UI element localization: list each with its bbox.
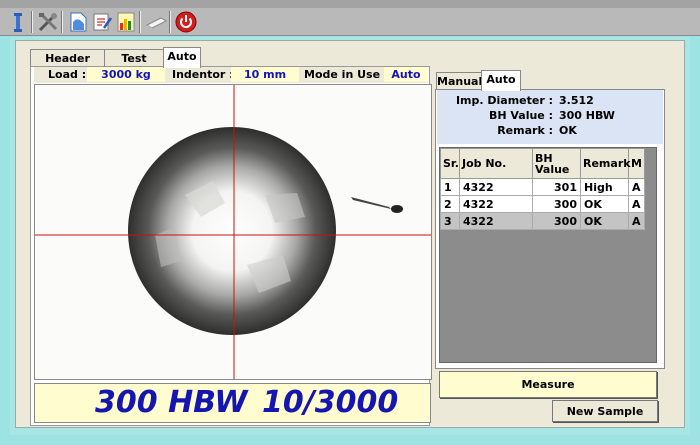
- mode-label: Mode in Use :: [304, 68, 389, 81]
- table-row-selected[interactable]: 3 4322 300 OK A: [440, 212, 645, 230]
- indentation-image[interactable]: [34, 84, 432, 380]
- table-row[interactable]: 2 4322 300 OK A: [440, 195, 645, 213]
- edit-document-icon[interactable]: [90, 10, 114, 34]
- cell-job-no: 4322: [459, 178, 533, 196]
- indentor-value: 10 mm: [231, 67, 299, 82]
- mode-value: Auto: [384, 67, 428, 82]
- cell-job-no: 4322: [459, 195, 533, 213]
- diameter-row: Imp. Diameter : 3.512: [437, 94, 663, 109]
- col-header-bh-value[interactable]: BH Value: [532, 148, 581, 179]
- indentor-label: Indentor :: [172, 68, 234, 81]
- tab-auto-measure[interactable]: Auto: [481, 70, 521, 91]
- tools-icon[interactable]: [36, 10, 60, 34]
- table-row[interactable]: 1 4322 301 High A: [440, 178, 645, 196]
- new-document-icon[interactable]: [66, 10, 90, 34]
- indentation-svg: [35, 85, 431, 379]
- test-info-bar: Load : 3000 kg Indentor : 10 mm Mode in …: [34, 67, 428, 83]
- cell-remark: OK: [580, 212, 629, 230]
- load-label: Load :: [48, 68, 87, 81]
- title-strip: [0, 0, 700, 8]
- bh-value: 300 HBW: [559, 109, 615, 122]
- measure-tool-icon[interactable]: [6, 10, 30, 34]
- toolbar-separator: [169, 11, 171, 33]
- cell-mode: A: [628, 195, 645, 213]
- tab-test-data[interactable]: Test Data: [104, 49, 164, 82]
- debris-spot: [391, 205, 403, 213]
- cell-bh-value: 300: [532, 212, 581, 230]
- report-chart-icon[interactable]: [114, 10, 138, 34]
- load-value: 3000 kg: [87, 67, 165, 82]
- cell-remark: OK: [580, 195, 629, 213]
- table-header-row: Sr. Job No. BH Value Remark M: [440, 148, 645, 179]
- bh-row: BH Value : 300 HBW: [437, 109, 663, 124]
- cell-remark: High: [580, 178, 629, 196]
- power-icon[interactable]: [174, 10, 198, 34]
- cell-mode: A: [628, 178, 645, 196]
- cell-mode: A: [628, 212, 645, 230]
- cell-job-no: 4322: [459, 212, 533, 230]
- col-header-mode[interactable]: M: [628, 148, 645, 179]
- toolbar: [0, 8, 700, 36]
- toolbar-separator: [31, 11, 33, 33]
- results-table: Sr. Job No. BH Value Remark M 1 4322 301…: [440, 148, 645, 230]
- col-header-sr[interactable]: Sr.: [440, 148, 460, 179]
- toolbar-separator: [139, 11, 141, 33]
- tab-header-data[interactable]: Header Data: [30, 49, 105, 82]
- col-header-job-no[interactable]: Job No.: [459, 148, 533, 179]
- bh-label: BH Value :: [488, 109, 553, 122]
- tab-manual[interactable]: Manual: [436, 72, 482, 90]
- eraser-icon[interactable]: [144, 10, 168, 34]
- cell-sr: 2: [440, 195, 460, 213]
- indentation-circle: [128, 127, 336, 335]
- remark-value: OK: [559, 124, 577, 137]
- cell-sr: 1: [440, 178, 460, 196]
- remark-label: Remark :: [497, 124, 553, 137]
- hardness-scale: 10/3000: [262, 385, 399, 420]
- tab-auto[interactable]: Auto: [163, 47, 201, 68]
- hardness-result-box: 300 HBW 10/3000: [34, 383, 431, 423]
- hardness-value: 300 HBW: [95, 385, 248, 420]
- cell-sr: 3: [440, 212, 460, 230]
- cell-bh-value: 300: [532, 195, 581, 213]
- measurement-summary: Imp. Diameter : 3.512 BH Value : 300 HBW…: [437, 90, 663, 144]
- cell-bh-value: 301: [532, 178, 581, 196]
- diameter-value: 3.512: [559, 94, 594, 107]
- new-sample-button[interactable]: New Sample: [552, 400, 658, 422]
- measure-button[interactable]: Measure: [439, 371, 657, 398]
- results-grid[interactable]: Sr. Job No. BH Value Remark M 1 4322 301…: [439, 147, 657, 363]
- remark-row: Remark : OK: [437, 124, 663, 139]
- col-header-remark[interactable]: Remark: [580, 148, 631, 179]
- diameter-label: Imp. Diameter :: [455, 94, 553, 107]
- toolbar-separator: [61, 11, 63, 33]
